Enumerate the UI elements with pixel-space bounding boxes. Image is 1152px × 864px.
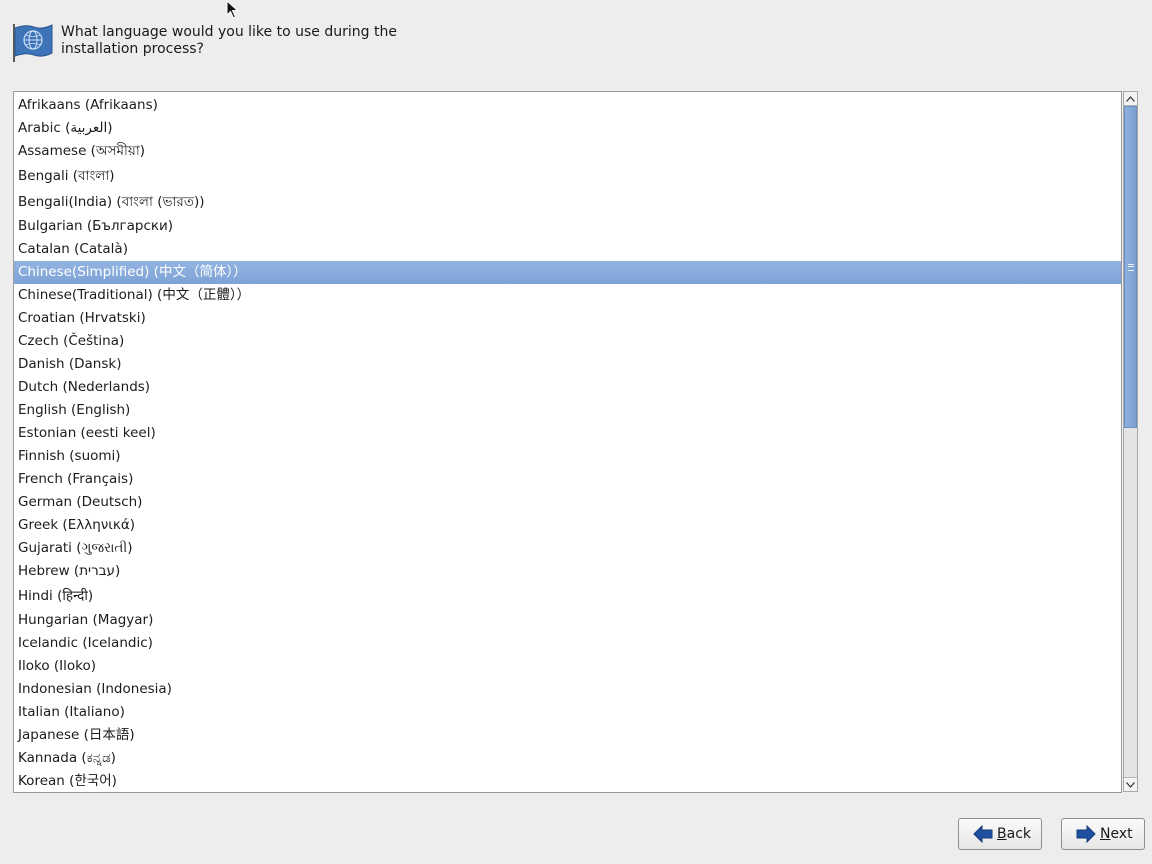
list-item[interactable]: Gujarati (ગુજરાતી) (14, 537, 1121, 560)
list-item[interactable]: Dutch (Nederlands) (14, 376, 1121, 399)
list-item[interactable]: Hungarian (Magyar) (14, 609, 1121, 632)
list-item[interactable]: Hebrew (עברית) (14, 560, 1121, 583)
list-item[interactable]: Chinese(Traditional) (中文（正體）） (14, 284, 1121, 307)
list-item[interactable]: Croatian (Hrvatski) (14, 307, 1121, 330)
mouse-pointer-icon (226, 0, 239, 19)
page-question: What language would you like to use duri… (61, 24, 397, 57)
language-list-items: Afrikaans (Afrikaans) Arabic (العربية) Ass… (14, 92, 1121, 792)
list-item-selected[interactable]: Chinese(Simplified) (中文（简体）） (14, 261, 1121, 284)
list-item[interactable]: Bengali(India) (বাংলা (ভারত)) (14, 189, 1121, 215)
back-button-label: Back (997, 826, 1031, 842)
list-item[interactable]: Czech (Čeština) (14, 330, 1121, 353)
list-item[interactable]: French (Français) (14, 468, 1121, 491)
list-item[interactable]: Japanese (日本語) (14, 724, 1121, 747)
list-item[interactable]: Italian (Italiano) (14, 701, 1121, 724)
list-item[interactable]: Kannada (ಕನ್ನಡ) (14, 747, 1121, 770)
scroll-down-button[interactable] (1124, 777, 1137, 791)
language-list[interactable]: Afrikaans (Afrikaans) Arabic (العربية) Ass… (13, 91, 1122, 793)
language-list-scrollbar[interactable] (1123, 91, 1138, 792)
scroll-thumb[interactable] (1124, 106, 1137, 428)
next-button[interactable]: Next (1061, 818, 1145, 850)
list-item[interactable]: Catalan (Català) (14, 238, 1121, 261)
arrow-right-icon (1076, 825, 1096, 843)
list-item[interactable]: Estonian (eesti keel) (14, 422, 1121, 445)
scroll-up-button[interactable] (1124, 92, 1137, 106)
list-item[interactable]: Afrikaans (Afrikaans) (14, 94, 1121, 117)
arrow-left-icon (973, 825, 993, 843)
chevron-up-icon (1126, 95, 1135, 102)
list-item[interactable]: Arabic (العربية) (14, 117, 1121, 140)
list-item[interactable]: English (English) (14, 399, 1121, 422)
back-button[interactable]: Back (958, 818, 1042, 850)
grip-icon (1127, 263, 1134, 271)
language-selection-page: What language would you like to use duri… (0, 0, 1152, 864)
list-item[interactable]: Assamese (অসমীয়া) (14, 140, 1121, 163)
list-item[interactable]: Greek (Ελληνικά) (14, 514, 1121, 537)
list-item[interactable]: Indonesian (Indonesia) (14, 678, 1121, 701)
list-item[interactable]: Finnish (suomi) (14, 445, 1121, 468)
list-item[interactable]: Danish (Dansk) (14, 353, 1121, 376)
list-item[interactable]: Iloko (Iloko) (14, 655, 1121, 678)
list-item[interactable]: German (Deutsch) (14, 491, 1121, 514)
list-item[interactable]: Bengali (বাংলা) (14, 163, 1121, 189)
list-item[interactable]: Icelandic (Icelandic) (14, 632, 1121, 655)
flag-globe-icon (13, 24, 53, 62)
list-item[interactable]: Hindi (हिन्दी) (14, 583, 1121, 609)
next-button-label: Next (1100, 826, 1133, 842)
list-item[interactable]: Bulgarian (Български) (14, 215, 1121, 238)
chevron-down-icon (1126, 781, 1135, 788)
list-item[interactable]: Korean (한국어) (14, 770, 1121, 792)
